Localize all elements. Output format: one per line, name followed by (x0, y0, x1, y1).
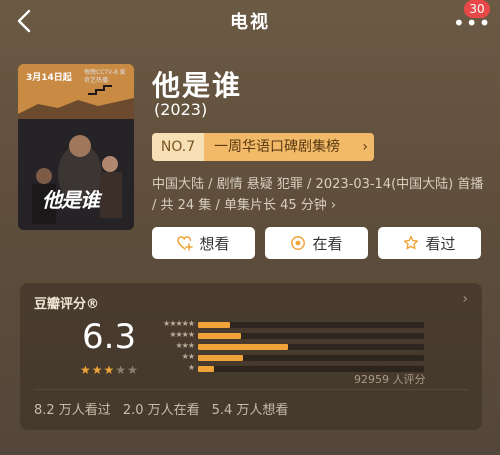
poster-sub-text: 每晚CCTV-8 爱奇艺热播 (84, 69, 126, 84)
want-to-watch-button[interactable]: 想看 (152, 227, 255, 259)
show-year: (2023) (154, 100, 208, 119)
rating-star-icon: ★ (103, 363, 116, 377)
watched-label: 看过 (425, 234, 456, 253)
rank-list-name: 一周华语口碑剧集榜 (204, 133, 374, 161)
distribution-stars-label: ★★★ (175, 341, 195, 350)
distribution-row-3: ★★★ (152, 341, 424, 352)
ellipsis-icon: ••• (453, 11, 492, 35)
chevron-right-icon[interactable]: › (462, 291, 468, 307)
douban-rating-card[interactable]: 豆瓣评分® › 6.3 ★★★★★ ★★★★★ ★★★★ ★★★ ★★ ★ 92959 … (20, 283, 482, 430)
distribution-track (198, 355, 424, 361)
show-title: 他是谁 (152, 69, 243, 102)
page-title: 电视 (230, 12, 270, 33)
distribution-bar (198, 322, 230, 328)
distribution-bar (198, 333, 241, 339)
watch-stats: 8.2 万人看过 2.0 万人在看 5.4 万人想看 (34, 399, 288, 418)
distribution-row-2: ★★ (152, 352, 424, 363)
rating-star-icon: ★ (91, 363, 104, 377)
watched-button[interactable]: 看过 (378, 227, 481, 259)
poster-date-text: 3月14日起 (26, 73, 72, 83)
distribution-track (198, 322, 424, 328)
rating-star-icon: ★ (127, 363, 139, 377)
distribution-track (198, 344, 424, 350)
rating-star-icon: ★ (115, 363, 128, 377)
chevron-right-icon: › (362, 139, 368, 155)
distribution-row-4: ★★★★ (152, 330, 424, 341)
heart-plus-icon (177, 236, 194, 251)
watching-count: 2.0 万人在看 (122, 403, 200, 418)
watching-button[interactable]: 在看 (265, 227, 368, 259)
circle-dot-icon (291, 236, 306, 250)
rating-star-icon: ★ (80, 363, 92, 377)
watching-label: 在看 (312, 234, 343, 253)
ranking-badge[interactable]: NO.7 一周华语口碑剧集榜 › (152, 133, 374, 161)
distribution-stars-label: ★★★★ (169, 330, 195, 339)
rating-score: 6.3 (82, 317, 137, 357)
watched-count: 8.2 万人看过 (34, 403, 111, 418)
rank-number: NO.7 (152, 133, 204, 161)
nav-bar: 电视 ••• 30 (0, 0, 500, 44)
want-count: 5.4 万人想看 (211, 403, 289, 418)
want-to-watch-label: 想看 (199, 234, 230, 253)
notification-badge: 30 (464, 0, 490, 18)
distribution-row-5: ★★★★★ (152, 319, 424, 330)
rating-stars: ★★★★★ (80, 363, 139, 377)
distribution-bar (198, 355, 244, 361)
distribution-bar (198, 344, 289, 350)
distribution-stars-label: ★★★★★ (163, 319, 195, 328)
distribution-track (198, 333, 424, 339)
rating-distribution: ★★★★★ ★★★★ ★★★ ★★ ★ (152, 319, 424, 375)
distribution-stars-label: ★ (187, 363, 195, 372)
star-icon (404, 235, 419, 250)
divider (34, 389, 468, 390)
vote-count: 92959 人评分 (354, 373, 426, 386)
rating-header: 豆瓣评分® (34, 297, 100, 312)
show-meta-info[interactable]: 中国大陆 / 剧情 悬疑 犯罪 / 2023-03-14(中国大陆) 首播 / … (152, 174, 487, 216)
poster-title-text: 他是谁 (42, 188, 100, 212)
distribution-stars-label: ★★ (181, 352, 195, 361)
poster-image[interactable]: 3月14日起 每晚CCTV-8 爱奇艺热播 他是谁 (18, 64, 134, 230)
distribution-bar (198, 366, 214, 372)
